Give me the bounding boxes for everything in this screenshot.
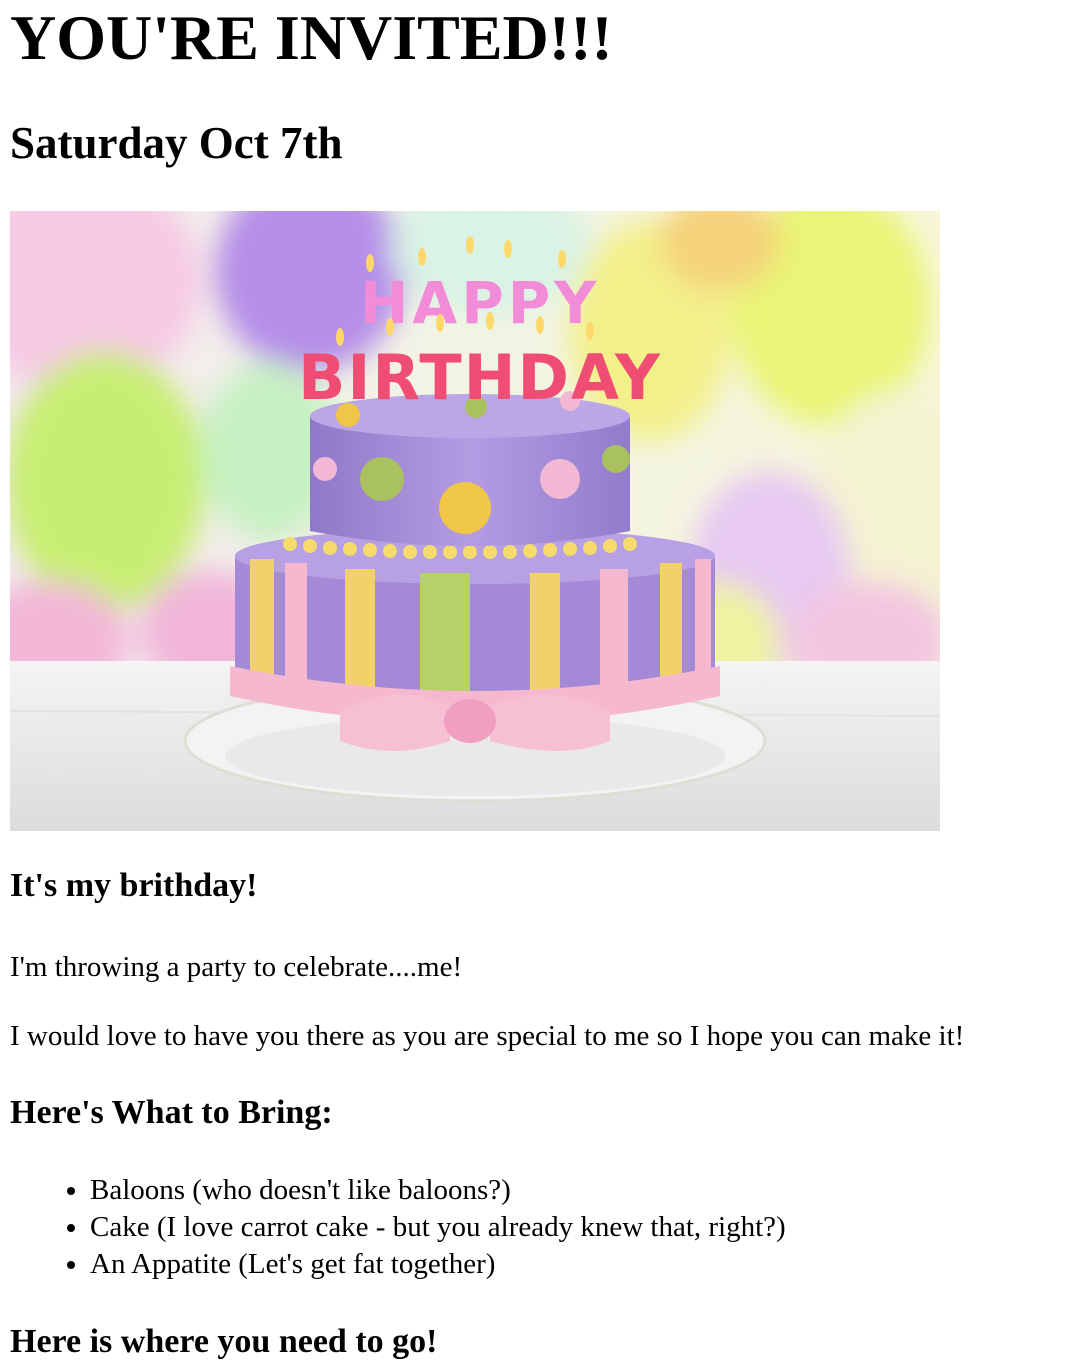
bring-list: Baloons (who doesn't like baloons?) Cake… bbox=[0, 1172, 786, 1283]
list-item: Baloons (who doesn't like baloons?) bbox=[90, 1172, 786, 1209]
party-invite-text: I would love to have you there as you ar… bbox=[10, 1020, 965, 1052]
location-heading: Here is where you need to go! bbox=[10, 1323, 438, 1360]
list-item: An Appatite (Let's get fat together) bbox=[90, 1246, 786, 1283]
birthday-heading: It's my brithday! bbox=[10, 867, 258, 904]
candle-text-happy: HAPPY bbox=[360, 269, 600, 337]
birthday-cake-image: HAPPY BIRTHDAY bbox=[10, 211, 940, 831]
list-item: Cake (I love carrot cake - but you alrea… bbox=[90, 1209, 786, 1246]
candle-text-birthday: BIRTHDAY bbox=[298, 341, 662, 414]
page-title: YOU'RE INVITED!!! bbox=[10, 2, 613, 73]
bring-heading: Here's What to Bring: bbox=[10, 1094, 333, 1131]
party-date: Saturday Oct 7th bbox=[10, 118, 343, 168]
birthday-cake-picture: HAPPY BIRTHDAY bbox=[10, 211, 940, 831]
party-intro-text: I'm throwing a party to celebrate....me! bbox=[10, 951, 463, 983]
